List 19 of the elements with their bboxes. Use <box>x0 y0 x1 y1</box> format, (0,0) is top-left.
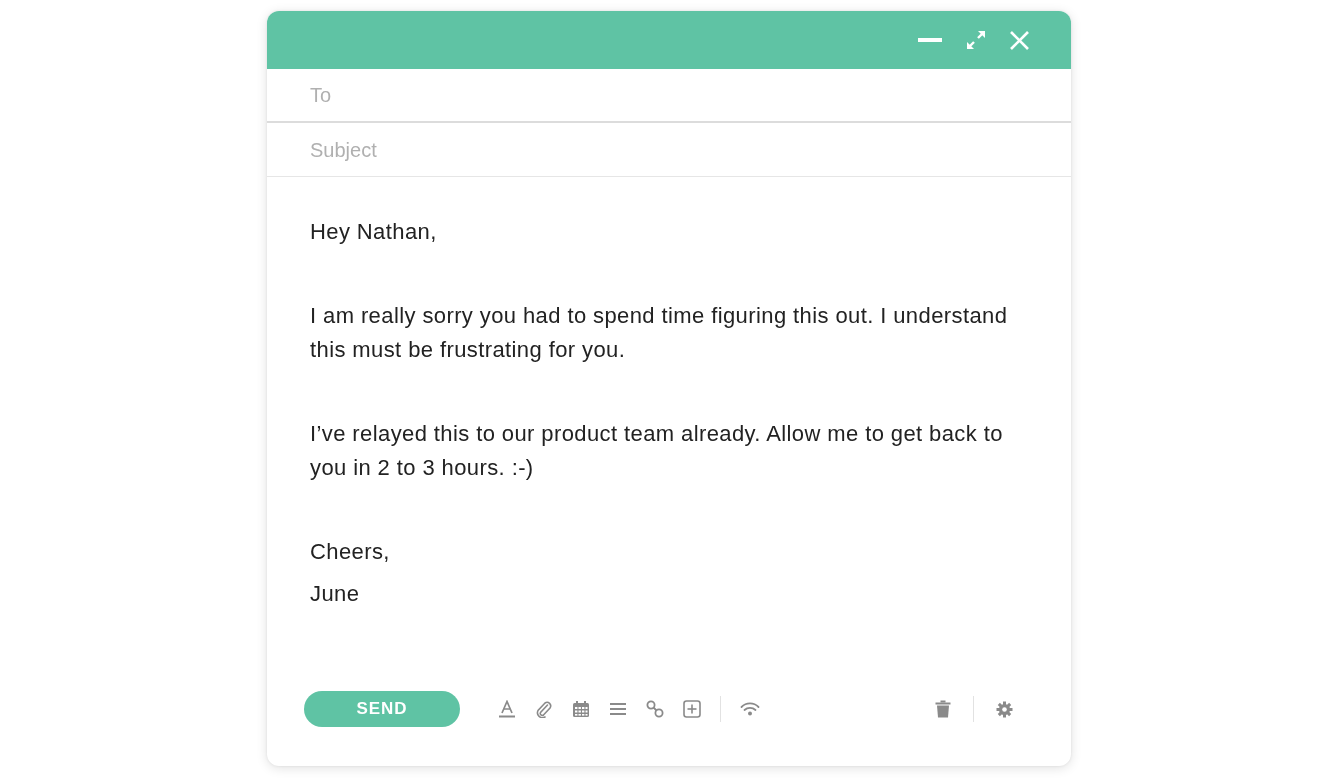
link-icon[interactable] <box>646 700 664 718</box>
plus-square-icon[interactable] <box>683 700 701 718</box>
trash-icon[interactable] <box>935 700 951 718</box>
expand-icon[interactable] <box>966 30 986 50</box>
signature-line: Cheers, <box>310 538 391 566</box>
body-paragraph: I’ve relayed this to our product team already. Allow me to get back to you in 2 to 3 hours. :-) <box>310 420 1004 482</box>
send-button[interactable]: SEND <box>304 691 460 727</box>
close-icon[interactable] <box>1010 30 1029 50</box>
to-field[interactable]: To <box>310 80 1028 110</box>
body-paragraph: Hey Nathan, <box>310 218 438 246</box>
subject-field[interactable]: Subject <box>310 134 1028 165</box>
text-format-icon[interactable] <box>498 700 516 718</box>
signature-line: June <box>310 580 361 608</box>
calendar-icon[interactable] <box>572 700 590 718</box>
wifi-icon[interactable] <box>740 702 760 716</box>
settings-icon[interactable] <box>996 700 1013 718</box>
paperclip-icon[interactable] <box>535 700 553 718</box>
lines-icon[interactable] <box>609 702 627 716</box>
body-paragraph: I am really sorry you had to spend time figuring this out. I understand this must be frustrating for you. <box>310 302 1009 364</box>
